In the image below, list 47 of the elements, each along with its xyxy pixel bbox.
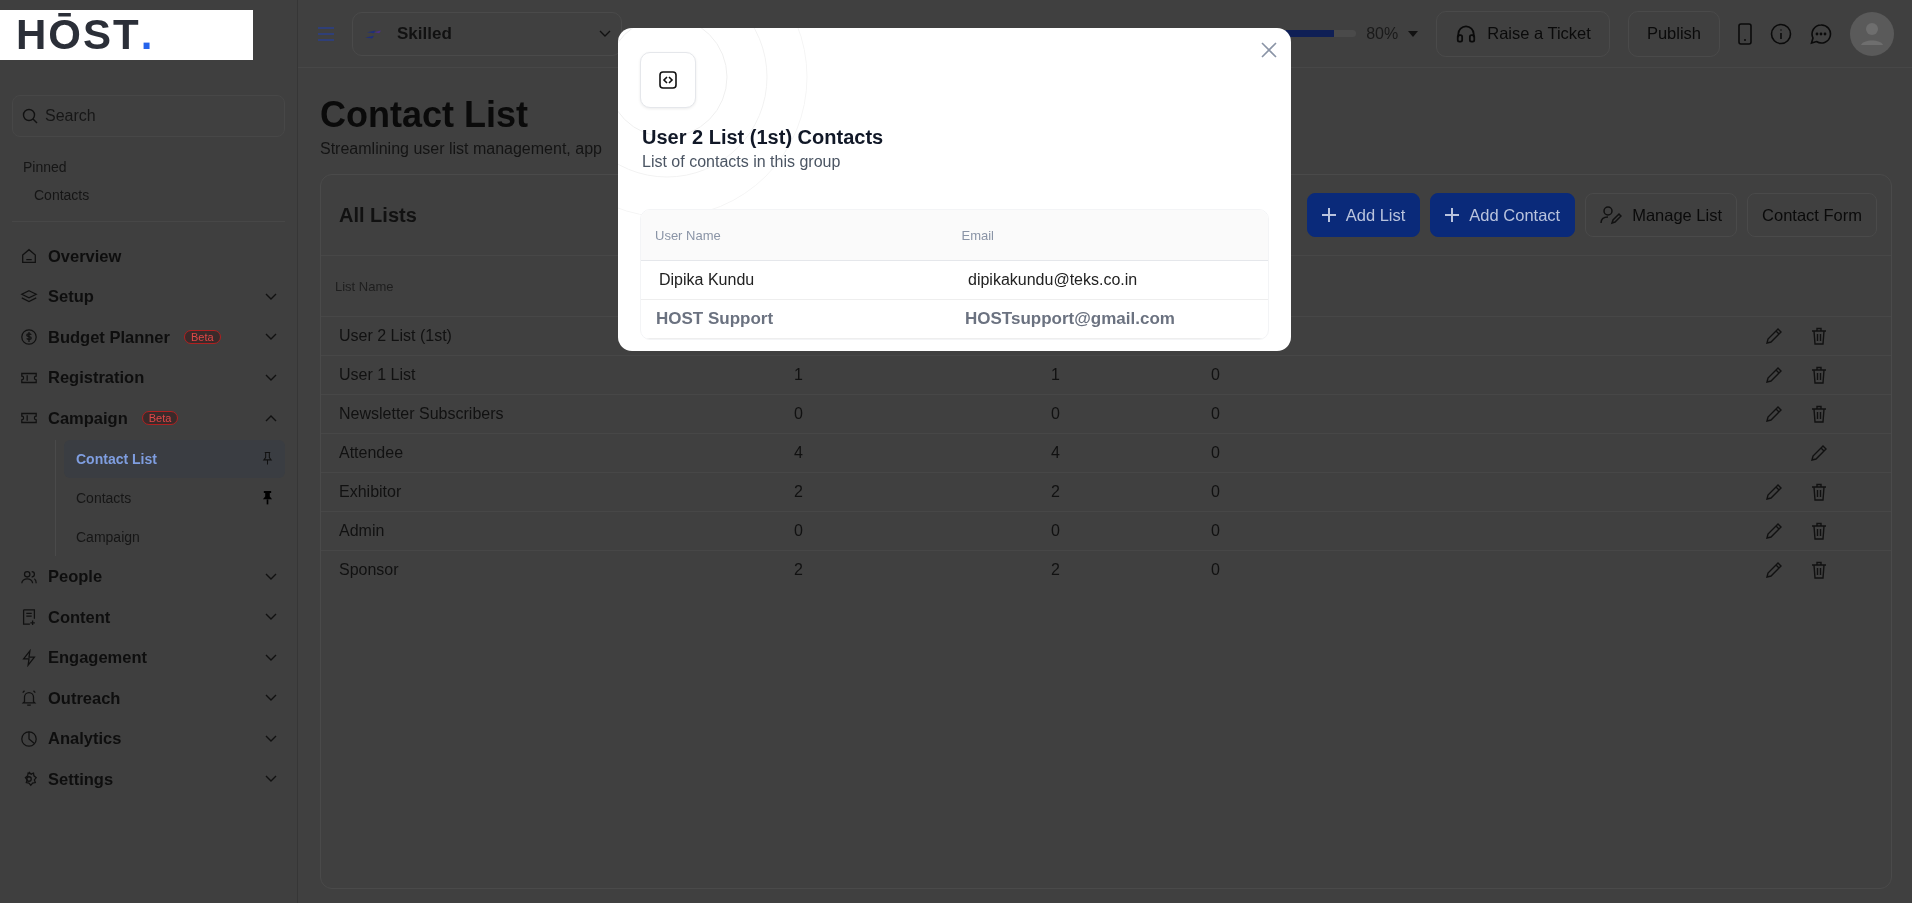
dollar-icon xyxy=(20,328,38,347)
trash-icon[interactable] xyxy=(1809,482,1829,502)
avatar[interactable] xyxy=(1850,11,1894,56)
sub-nav-item[interactable]: Contact List xyxy=(64,439,285,478)
table-cell: HOST Support xyxy=(656,309,774,328)
pin-icon[interactable] xyxy=(262,490,273,505)
document-icon xyxy=(20,608,38,627)
pencil-icon[interactable] xyxy=(1764,326,1784,346)
chat-icon[interactable] xyxy=(1810,22,1832,45)
code-icon xyxy=(659,71,677,89)
pencil-icon[interactable] xyxy=(1764,560,1784,580)
pencil-icon[interactable] xyxy=(1764,404,1784,424)
caret-icon[interactable] xyxy=(1408,30,1419,37)
chevron-down-icon xyxy=(599,29,611,38)
menu-icon[interactable] xyxy=(318,26,334,41)
column-header: User Name xyxy=(655,227,721,243)
close-icon[interactable] xyxy=(1261,42,1277,58)
user-edit-icon xyxy=(1600,205,1623,225)
table-cell: dipikakundu@teks.co.in xyxy=(968,271,1138,288)
bell-icon xyxy=(20,689,38,708)
plus-icon xyxy=(1445,208,1460,222)
trash-icon[interactable] xyxy=(1809,404,1829,424)
column-header: Email xyxy=(961,227,994,243)
pin-icon[interactable] xyxy=(262,451,273,466)
dialog-title: User 2 List (1st) Contacts xyxy=(642,126,884,149)
table-cell: HOSTsupport@gmail.com xyxy=(965,309,1175,328)
pencil-icon[interactable] xyxy=(1764,521,1784,541)
home-icon xyxy=(20,247,38,266)
pencil-icon[interactable] xyxy=(1809,443,1829,463)
add-button[interactable]: Add List xyxy=(1306,193,1421,237)
trash-icon[interactable] xyxy=(1809,560,1829,580)
trash-icon[interactable] xyxy=(1809,521,1829,541)
info-icon[interactable] xyxy=(1770,22,1792,45)
trash-icon[interactable] xyxy=(1809,365,1829,385)
beta-badge: Beta xyxy=(141,411,179,426)
plus-icon xyxy=(1321,208,1336,222)
pencil-icon[interactable] xyxy=(1764,365,1784,385)
logo: HŌST. xyxy=(0,10,253,60)
dialog-subtitle: List of contacts in this group xyxy=(642,153,841,171)
beta-badge: Beta xyxy=(183,330,221,345)
lightning-icon xyxy=(20,648,38,667)
pie-chart-icon xyxy=(20,729,38,748)
add-button[interactable]: Add Contact xyxy=(1430,193,1576,237)
trash-icon[interactable] xyxy=(1809,326,1829,346)
table-cell: Dipika Kundu xyxy=(659,271,755,288)
pencil-icon[interactable] xyxy=(1764,482,1784,502)
phone-icon[interactable] xyxy=(1738,22,1752,45)
